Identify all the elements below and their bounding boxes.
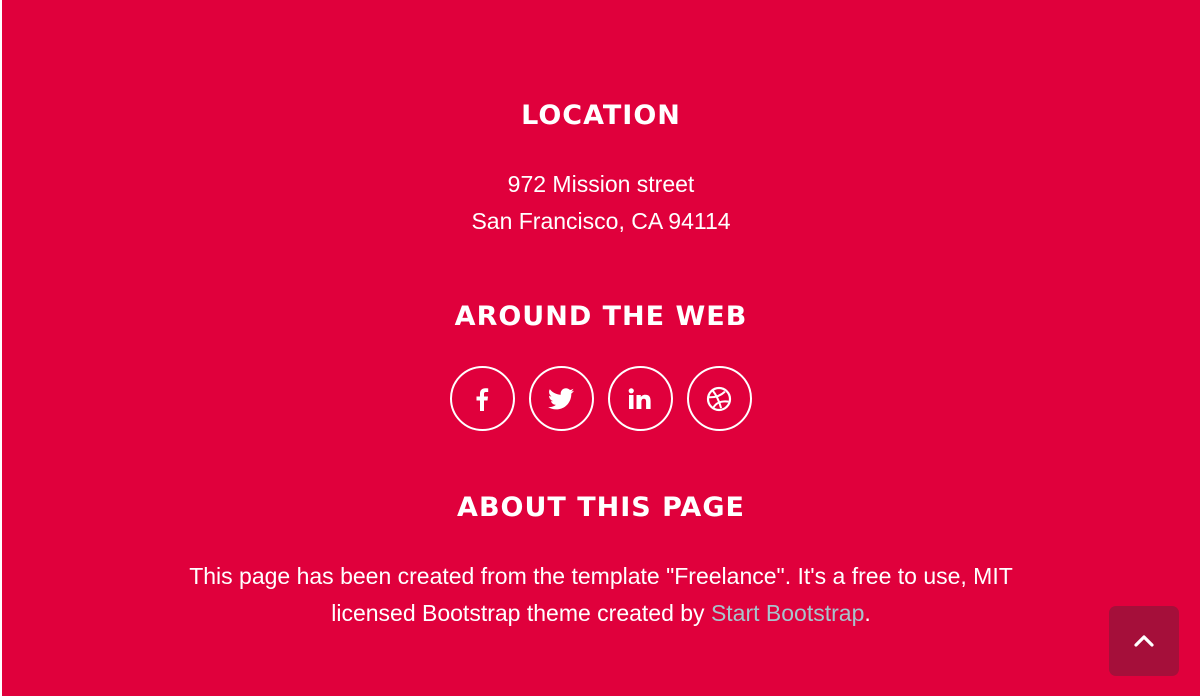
- about-line-1: This page has been created from the temp…: [189, 563, 1013, 589]
- address-line-2: San Francisco, CA 94114: [471, 208, 731, 234]
- twitter-icon: [548, 387, 574, 409]
- dribbble-icon: [706, 386, 732, 411]
- linkedin-button[interactable]: [607, 366, 673, 431]
- footer: LOCATION 972 Mission street San Francisc…: [2, 0, 1200, 696]
- facebook-button[interactable]: [449, 366, 515, 431]
- facebook-icon: [476, 387, 489, 411]
- address-line-1: 972 Mission street: [507, 171, 695, 197]
- around-the-web-title: AROUND THE WEB: [454, 301, 748, 332]
- dribbble-button[interactable]: [686, 366, 752, 431]
- about-text: This page has been created from the temp…: [2, 558, 1200, 632]
- about-line-2-suffix: .: [864, 600, 871, 626]
- twitter-button[interactable]: [528, 366, 594, 431]
- about-line-2-prefix: licensed Bootstrap theme created by: [331, 600, 711, 626]
- linkedin-icon: [628, 387, 651, 409]
- chevron-up-icon: [1134, 635, 1154, 647]
- about-title: ABOUT THIS PAGE: [457, 492, 745, 523]
- start-bootstrap-link[interactable]: Start Bootstrap: [711, 600, 864, 626]
- location-title: LOCATION: [521, 100, 681, 131]
- social-links: [2, 366, 1200, 431]
- address: 972 Mission street San Francisco, CA 941…: [2, 166, 1200, 240]
- scroll-to-top-button[interactable]: [1109, 606, 1179, 676]
- about-line-2: licensed Bootstrap theme created by Star…: [2, 595, 1200, 632]
